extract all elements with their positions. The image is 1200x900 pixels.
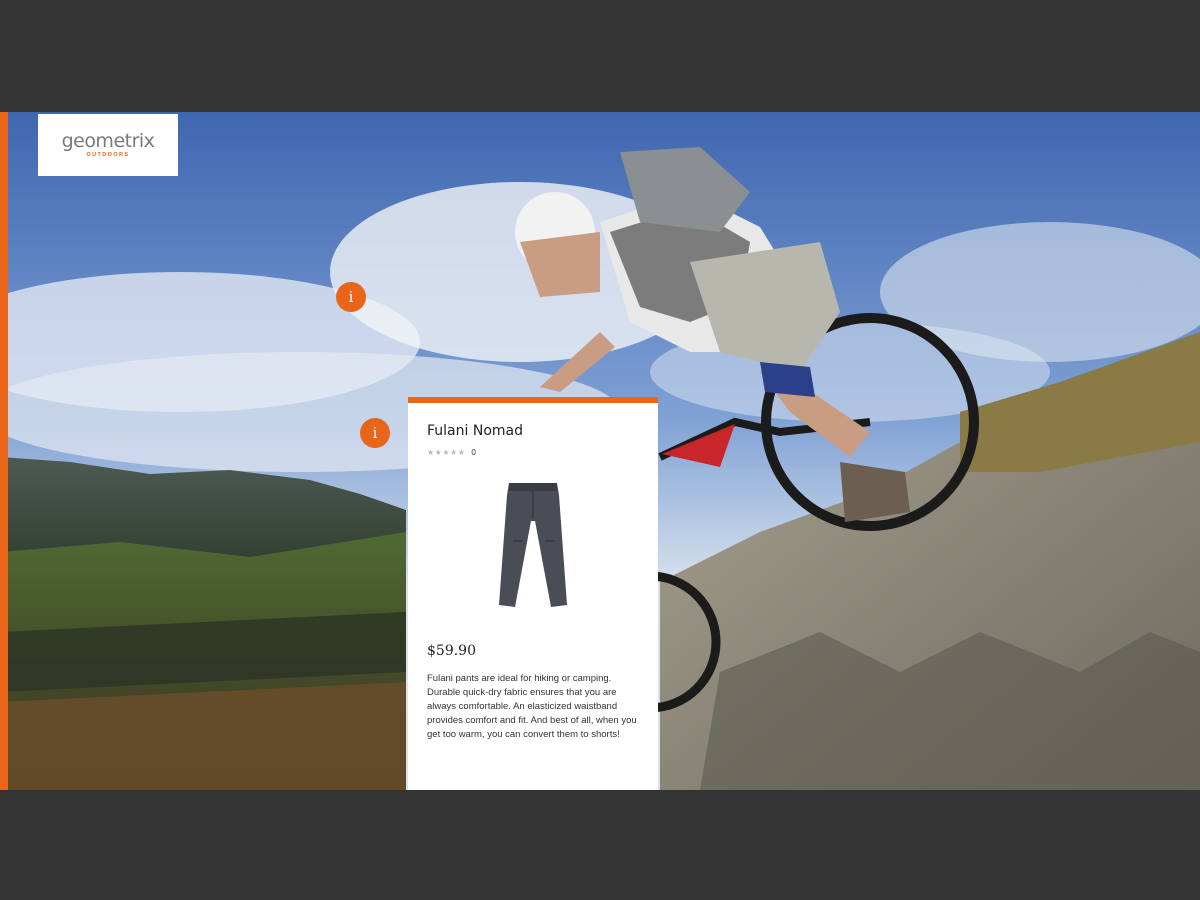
product-price: $59.90	[427, 643, 476, 659]
presentation-frame: geometrix OUTDOORS i i Fulani Nomad ★★★★…	[0, 0, 1200, 900]
product-name: Fulani Nomad	[427, 423, 523, 439]
info-icon: i	[372, 424, 378, 442]
product-description: Fulani pants are ideal for hiking or cam…	[427, 673, 637, 740]
star-rating-icon: ★★★★★	[427, 448, 466, 457]
hero-image: geometrix OUTDOORS i i Fulani Nomad ★★★★…	[0, 112, 1200, 790]
logo-tagline: OUTDOORS	[86, 152, 130, 158]
logo-wordmark: geometrix	[61, 130, 155, 152]
product-card: Fulani Nomad ★★★★★ 0 $59.90 Fulani pants…	[408, 397, 658, 790]
pants-icon	[499, 483, 567, 607]
brand-logo[interactable]: geometrix OUTDOORS	[38, 114, 178, 176]
info-icon: i	[348, 288, 354, 306]
accent-bar	[0, 112, 8, 790]
info-hotspot-sky[interactable]: i	[336, 282, 366, 312]
review-count: 0	[471, 448, 476, 457]
card-accent-line	[408, 397, 658, 403]
info-hotspot-pants[interactable]: i	[360, 418, 390, 448]
product-rating: ★★★★★ 0	[427, 448, 476, 457]
